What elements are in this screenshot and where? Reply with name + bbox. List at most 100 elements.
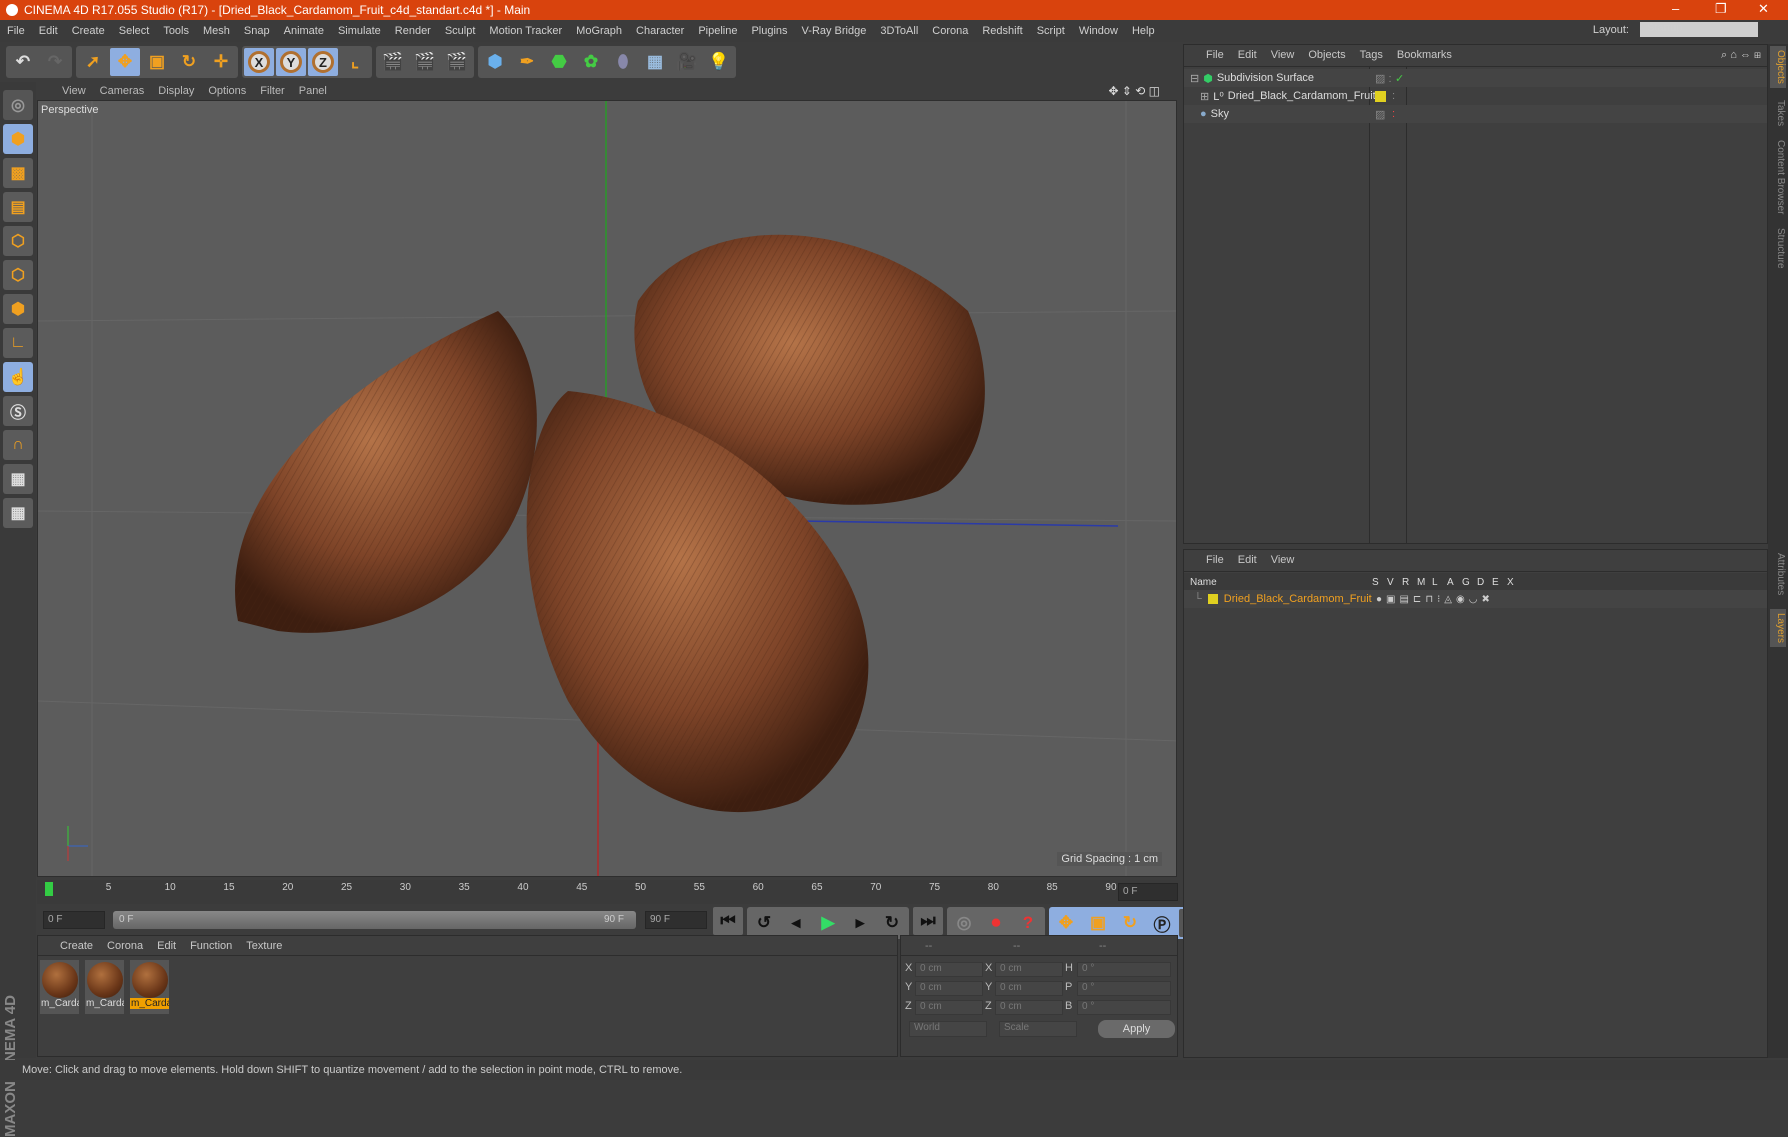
record-keyframe-icon[interactable]: ⏺: [981, 909, 1011, 937]
menu-vray-bridge[interactable]: V-Ray Bridge: [795, 25, 874, 37]
material-swatch[interactable]: m_Carda: [85, 960, 124, 1014]
object-row-subdivision-surface[interactable]: ⊟ ⬢ Subdivision Surface ▨ : ✓: [1184, 69, 1767, 87]
key-position-icon[interactable]: ✥: [1051, 909, 1081, 937]
camera-icon[interactable]: 🎥: [672, 48, 702, 76]
menu-character[interactable]: Character: [629, 25, 691, 37]
material-swatch[interactable]: m_Carda: [40, 960, 79, 1014]
layer-row[interactable]: └ Dried_Black_Cardamom_Fruit ●▣▤⊏⊓⁝◬◉◡✖: [1184, 590, 1767, 608]
model-mode-icon[interactable]: ⬢: [3, 124, 33, 154]
layers-menu-view[interactable]: View: [1271, 554, 1295, 571]
material-menu-corona[interactable]: Corona: [107, 940, 143, 955]
menu-motion-tracker[interactable]: Motion Tracker: [482, 25, 569, 37]
deformer-icon[interactable]: ⬮: [608, 48, 638, 76]
visibility-toggle[interactable]: ▨: [1375, 108, 1385, 121]
menu-mesh[interactable]: Mesh: [196, 25, 237, 37]
menu-render[interactable]: Render: [388, 25, 438, 37]
rotate-icon[interactable]: ↻: [174, 48, 204, 76]
scale-icon[interactable]: ▣: [142, 48, 172, 76]
previous-frame-icon[interactable]: ◂: [781, 909, 811, 937]
coord-field[interactable]: 0 cm: [995, 1000, 1063, 1015]
layers-menu-file[interactable]: File: [1206, 554, 1224, 571]
viewport-menu-filter[interactable]: Filter: [260, 85, 294, 97]
z-axis-lock-icon[interactable]: Z: [308, 48, 338, 76]
frame-range-slider[interactable]: 0 F 90 F: [113, 911, 636, 929]
menu-mograph[interactable]: MoGraph: [569, 25, 629, 37]
coord-field[interactable]: 0 cm: [915, 1000, 983, 1015]
coord-field[interactable]: 0 °: [1077, 1000, 1171, 1015]
coord-field[interactable]: 0 cm: [915, 962, 983, 977]
menu-pipeline[interactable]: Pipeline: [691, 25, 744, 37]
material-menu-function[interactable]: Function: [190, 940, 232, 955]
layer-column-header[interactable]: G: [1462, 577, 1472, 588]
transform-icon[interactable]: ✛: [206, 48, 236, 76]
menu-animate[interactable]: Animate: [277, 25, 331, 37]
objects-menu-tags[interactable]: Tags: [1360, 49, 1383, 66]
layer-column-header[interactable]: E: [1492, 577, 1502, 588]
menu-window[interactable]: Window: [1072, 25, 1125, 37]
layer-column-header[interactable]: S: [1372, 577, 1382, 588]
objects-menu-bookmarks[interactable]: Bookmarks: [1397, 49, 1452, 66]
edges-mode-icon[interactable]: ⬡: [3, 260, 33, 290]
layer-color-tag[interactable]: [1375, 90, 1386, 102]
viewport-menu-cameras[interactable]: Cameras: [100, 85, 155, 97]
undo-icon[interactable]: ↶: [8, 48, 38, 76]
snap-icon[interactable]: Ⓢ: [3, 396, 33, 426]
enabled-check-icon[interactable]: ✓: [1395, 72, 1404, 85]
end-frame-field[interactable]: 90 F: [645, 911, 707, 929]
select-cursor-icon[interactable]: ➚: [78, 48, 108, 76]
light-icon[interactable]: 💡: [704, 48, 734, 76]
go-to-end-icon[interactable]: ⏭: [913, 907, 943, 935]
workplane-icon[interactable]: ▤: [3, 192, 33, 222]
axis-mode-icon[interactable]: ∟: [3, 328, 33, 358]
render-view-icon[interactable]: 🎬: [378, 48, 408, 76]
layer-column-header[interactable]: R: [1402, 577, 1412, 588]
lock-workplane-icon[interactable]: ▦: [3, 464, 33, 494]
y-axis-lock-icon[interactable]: Y: [276, 48, 306, 76]
render-picture-viewer-icon[interactable]: 🎬: [410, 48, 440, 76]
go-to-start-icon[interactable]: ⏮: [713, 907, 743, 935]
viewport-menu-display[interactable]: Display: [158, 85, 204, 97]
tab-structure[interactable]: Structure: [1770, 224, 1786, 273]
material-swatch-selected[interactable]: m_Carda: [130, 960, 169, 1014]
objects-menu-view[interactable]: View: [1271, 49, 1295, 66]
mograph-cloner-icon[interactable]: ✿: [576, 48, 606, 76]
playhead[interactable]: [45, 882, 53, 896]
layer-column-header[interactable]: A: [1447, 577, 1457, 588]
objects-menu-objects[interactable]: Objects: [1308, 49, 1345, 66]
polygons-mode-icon[interactable]: ⬢: [3, 294, 33, 324]
layer-column-header[interactable]: D: [1477, 577, 1487, 588]
current-frame-field[interactable]: 0 F: [1118, 883, 1178, 901]
redo-icon[interactable]: ↷: [40, 48, 70, 76]
viewport-nav-icons[interactable]: ✥ ⇕ ⟲ ◫: [1108, 84, 1170, 98]
tab-layers[interactable]: Layers: [1770, 609, 1786, 648]
layer-color-swatch[interactable]: [1207, 594, 1218, 604]
coord-field[interactable]: 0 °: [1077, 962, 1171, 977]
coordinate-system-icon[interactable]: ⌞: [340, 48, 370, 76]
layer-flag-icons[interactable]: ●▣▤⊏⊓⁝◬◉◡✖: [1376, 594, 1494, 605]
coordinate-system-dropdown[interactable]: World: [909, 1021, 987, 1037]
floor-icon[interactable]: ▦: [640, 48, 670, 76]
tab-takes[interactable]: Takes: [1770, 96, 1786, 130]
viewport-menu-options[interactable]: Options: [208, 85, 256, 97]
apply-button[interactable]: Apply: [1098, 1020, 1175, 1038]
autokey-icon[interactable]: ?: [1013, 909, 1043, 937]
tab-content-browser[interactable]: Content Browser: [1770, 136, 1786, 218]
close-button[interactable]: ✕: [1758, 1, 1769, 17]
key-parameter-icon[interactable]: Ⓟ: [1147, 909, 1177, 937]
key-rotation-icon[interactable]: ↻: [1115, 909, 1145, 937]
texture-mode-icon[interactable]: ▩: [3, 158, 33, 188]
objects-menu-file[interactable]: File: [1206, 49, 1224, 66]
tweak-mode-icon[interactable]: ☝: [3, 362, 33, 392]
next-frame-icon[interactable]: ▸: [845, 909, 875, 937]
menu-file[interactable]: File: [0, 25, 32, 37]
points-mode-icon[interactable]: ⬡: [3, 226, 33, 256]
transform-mode-dropdown[interactable]: Scale: [999, 1021, 1077, 1037]
coord-field[interactable]: 0 cm: [995, 962, 1063, 977]
viewport-menu-view[interactable]: View: [62, 85, 96, 97]
next-key-icon[interactable]: ↻: [877, 909, 907, 937]
tab-objects[interactable]: Objects: [1770, 46, 1786, 88]
layers-menu-edit[interactable]: Edit: [1238, 554, 1257, 571]
coord-field[interactable]: 0 cm: [995, 981, 1063, 996]
motion-record-icon[interactable]: ◎: [949, 909, 979, 937]
objects-menu-edit[interactable]: Edit: [1238, 49, 1257, 66]
